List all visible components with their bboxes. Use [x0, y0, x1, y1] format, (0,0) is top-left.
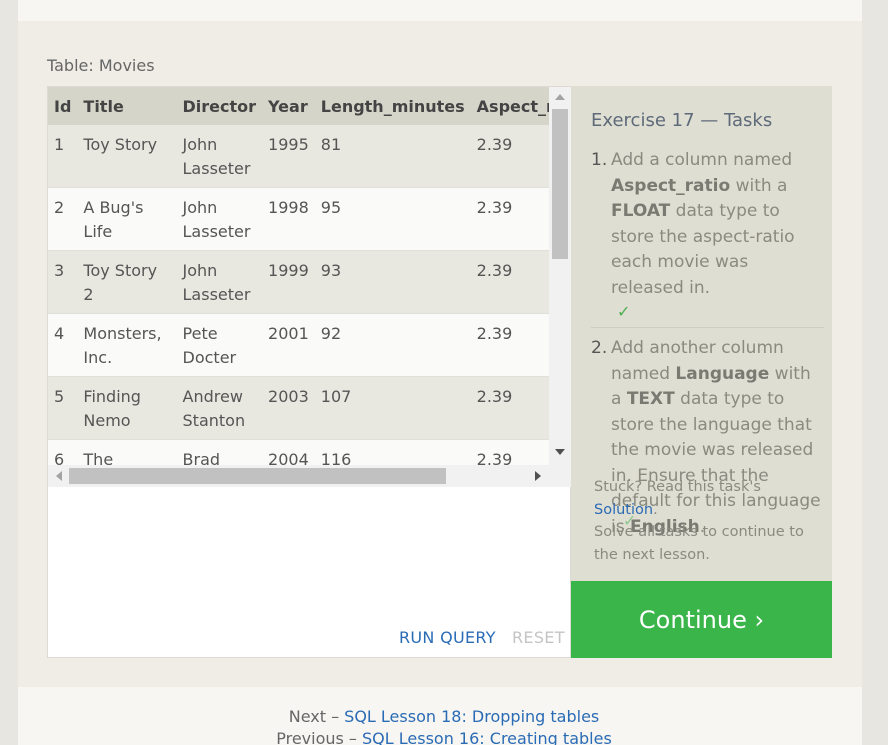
cell-aspect: 2.39: [476, 450, 513, 465]
cell-id: 1: [54, 135, 65, 154]
previous-prefix: Previous –: [276, 729, 363, 745]
continue-button[interactable]: Continue ›: [571, 581, 832, 658]
horizontal-scroll-thumb[interactable]: [69, 468, 446, 484]
cell-year: 1999: [268, 261, 309, 280]
next-lesson-link[interactable]: SQL Lesson 18: Dropping tables: [344, 707, 599, 726]
lesson-navigation: Next – SQL Lesson 18: Dropping tables Pr…: [0, 706, 888, 745]
task-number: 1.: [591, 150, 608, 170]
query-card: Id Title Director Year Length_minutes As…: [47, 86, 571, 658]
cell-director: Andrew Stanton: [182, 387, 246, 430]
cell-id: 2: [54, 198, 65, 217]
help-text: Stuck? Read this task's Solution. Solve …: [594, 476, 824, 566]
cell-year: 2001: [268, 324, 309, 343]
table-row: 3 Toy Story 2 John Lasseter 1999 93 2.39: [48, 250, 549, 314]
cell-year: 2003: [268, 387, 309, 406]
scroll-right-arrow-icon[interactable]: [535, 471, 541, 481]
task-item-1: 1. Add a column named Aspect_ratio with …: [591, 148, 824, 328]
cell-length: 107: [320, 387, 352, 406]
cell-aspect: 2.39: [476, 135, 513, 154]
task-text: with a: [730, 175, 788, 196]
cell-aspect: 2.39: [476, 324, 513, 343]
cell-id: 3: [54, 261, 65, 280]
column-header-title: Title: [83, 96, 124, 116]
solve-all-text: Solve all tasks to continue to the next …: [594, 524, 804, 563]
task-text: Add a column named: [611, 150, 793, 170]
cell-length: 116: [320, 450, 352, 465]
cell-title: Toy Story 2: [83, 261, 158, 304]
cell-year: 1995: [268, 135, 309, 154]
table-row: 5 Finding Nemo Andrew Stanton 2003 107 2…: [48, 376, 549, 440]
table-row: 6 The Incredibles Brad Bird 2004 116 2.3…: [48, 439, 549, 465]
next-prefix: Next –: [288, 707, 345, 726]
run-query-button[interactable]: RUN QUERY: [399, 628, 496, 647]
previous-lesson-line: Previous – SQL Lesson 16: Creating table…: [0, 728, 888, 745]
table-row: 4 Monsters, Inc. Pete Docter 2001 92 2.3…: [48, 313, 549, 377]
cell-title: Toy Story: [83, 135, 158, 154]
scroll-left-arrow-icon[interactable]: [56, 471, 62, 481]
column-header-id: Id: [54, 96, 72, 116]
cell-id: 4: [54, 324, 65, 343]
scrollbar-corner: [549, 465, 571, 487]
cell-length: 95: [320, 198, 342, 217]
cell-id: 6: [54, 450, 65, 465]
scroll-down-arrow-icon[interactable]: [555, 449, 565, 455]
task-keyword: Language: [675, 363, 770, 384]
horizontal-scrollbar[interactable]: [48, 465, 549, 487]
column-header-length-minutes: Length_minutes: [320, 96, 465, 116]
cell-title: Monsters, Inc.: [83, 324, 162, 367]
cell-director: John Lasseter: [182, 135, 251, 178]
exercise-title: Exercise 17 — Tasks: [591, 110, 773, 131]
cell-title: A Bug's Life: [83, 198, 144, 241]
table-caption: Table: Movies: [47, 56, 155, 75]
stuck-text-end: .: [653, 501, 658, 518]
column-header-aspect-ratio: Aspect_rati: [476, 96, 549, 116]
cell-title: The Incredibles: [83, 450, 114, 465]
cell-year: 2004: [268, 450, 309, 465]
task-keyword: Aspect_ratio: [611, 175, 731, 196]
cell-director: Pete Docter: [182, 324, 237, 367]
cell-length: 93: [320, 261, 342, 280]
task-keyword: FLOAT: [611, 201, 671, 221]
task-number: 2.: [591, 338, 608, 358]
task-complete-check-icon: ✓: [617, 302, 631, 321]
cell-id: 5: [54, 387, 65, 406]
scroll-up-arrow-icon[interactable]: [555, 94, 565, 100]
exercise-card: Exercise 17 — Tasks 1. Add a column name…: [571, 86, 832, 581]
column-header-director: Director: [182, 96, 257, 116]
sql-editor[interactable]: RUN QUERY RESET: [48, 487, 570, 657]
previous-lesson-link[interactable]: SQL Lesson 16: Creating tables: [362, 729, 612, 745]
stuck-text: Stuck? Read this task's: [594, 479, 761, 495]
task-keyword: TEXT: [626, 389, 675, 409]
reset-button[interactable]: RESET: [512, 628, 565, 647]
table-row: 1 Toy Story John Lasseter 1995 81 2.39: [48, 125, 549, 188]
cell-director: John Lasseter: [182, 198, 251, 241]
column-header-year: Year: [268, 96, 308, 116]
vertical-scrollbar[interactable]: [549, 87, 571, 465]
next-lesson-line: Next – SQL Lesson 18: Dropping tables: [0, 706, 888, 728]
cell-year: 1998: [268, 198, 309, 217]
solution-link[interactable]: Solution: [594, 502, 653, 518]
cell-title: Finding Nemo: [83, 387, 141, 430]
cell-length: 92: [320, 324, 342, 343]
results-table: Id Title Director Year Length_minutes As…: [48, 87, 549, 465]
results-table-viewport: Id Title Director Year Length_minutes As…: [48, 87, 549, 465]
cell-director: John Lasseter: [182, 261, 251, 304]
cell-aspect: 2.39: [476, 261, 513, 280]
cell-length: 81: [320, 135, 342, 154]
table-row: 2 A Bug's Life John Lasseter 1998 95 2.3…: [48, 187, 549, 251]
table-header-row: Id Title Director Year Length_minutes As…: [48, 87, 549, 125]
cell-director: Brad Bird: [182, 450, 221, 465]
vertical-scroll-thumb[interactable]: [552, 109, 568, 259]
top-strip: [18, 0, 862, 21]
cell-aspect: 2.39: [476, 198, 513, 217]
cell-aspect: 2.39: [476, 387, 513, 406]
